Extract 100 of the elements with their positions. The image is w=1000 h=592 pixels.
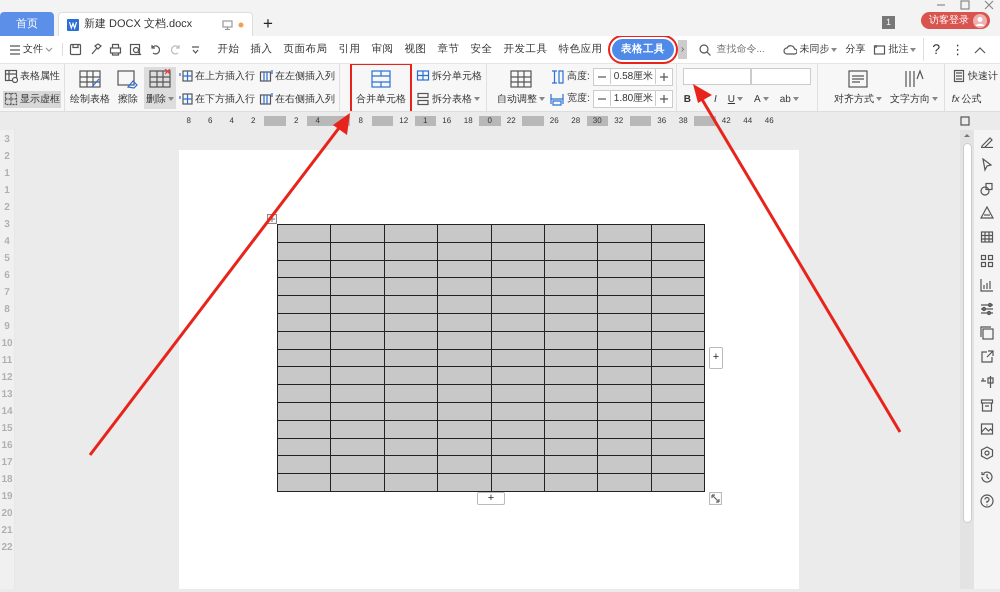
- quick-calc-button[interactable]: 快速计: [950, 68, 999, 84]
- gallery-icon[interactable]: [980, 326, 994, 340]
- ruler-number: 11: [2, 354, 12, 367]
- ruler-number: 15: [1, 422, 13, 435]
- login-button[interactable]: 访客登录: [921, 12, 990, 29]
- format-button[interactable]: ab: [778, 90, 800, 108]
- ruler-marker[interactable]: [630, 116, 651, 126]
- cursor-icon[interactable]: [980, 158, 994, 172]
- triangle-icon[interactable]: [980, 206, 994, 220]
- formula-icon: fx: [952, 92, 960, 106]
- comment-button[interactable]: 批注: [872, 41, 918, 58]
- format-button[interactable]: U: [726, 90, 744, 108]
- ribbon-tab[interactable]: 安全: [465, 40, 498, 60]
- format-button[interactable]: A: [753, 90, 770, 108]
- align-button[interactable]: 对齐方式: [832, 66, 884, 108]
- scroll-tabs-button[interactable]: ›: [678, 40, 688, 59]
- ruler-number: 46: [764, 116, 775, 126]
- ribbon-tab[interactable]: 插入: [245, 40, 278, 60]
- caret-icon: [168, 97, 174, 101]
- ruler-number: 14: [1, 405, 13, 418]
- align-icon: [846, 68, 870, 88]
- brush-icon[interactable]: [89, 43, 102, 56]
- ruler-marker[interactable]: 0: [479, 116, 500, 126]
- badge-icon[interactable]: [980, 446, 994, 460]
- ruler-number: 2: [4, 150, 10, 163]
- sliders-icon[interactable]: [980, 302, 994, 316]
- help-button[interactable]: ?: [923, 38, 942, 61]
- ruler-number: 12: [1, 371, 13, 384]
- table-icon[interactable]: [980, 230, 994, 244]
- document-tab[interactable]: 新建 DOCX 文档.docx: [58, 12, 253, 36]
- more-button[interactable]: ⋮: [947, 40, 968, 60]
- formula-button[interactable]: fx 公式: [950, 90, 983, 108]
- show-gridlines-button[interactable]: 显示虚框: [3, 90, 61, 108]
- ruler-marker[interactable]: 4: [307, 116, 328, 126]
- ruler-marker[interactable]: 1: [414, 116, 436, 126]
- add-row-button[interactable]: +: [477, 492, 505, 505]
- insert-row-button[interactable]: 在上方插入行: [178, 68, 256, 84]
- caret-icon: [762, 97, 769, 101]
- insert-column-button[interactable]: 在左侧插入列: [258, 68, 336, 84]
- draw-table-button[interactable]: 绘制表格: [68, 66, 112, 108]
- ruler-number: 6: [207, 116, 214, 126]
- format-button[interactable]: I: [713, 90, 718, 108]
- ruler-marker[interactable]: [264, 116, 286, 126]
- ribbon-tab[interactable]: 开始: [212, 40, 245, 60]
- maximize-icon[interactable]: [960, 0, 970, 10]
- ruler-marker[interactable]: [372, 116, 393, 126]
- ribbon-tab[interactable]: 开发工具: [498, 40, 553, 60]
- insert-column-button[interactable]: 在右侧插入列: [258, 90, 336, 108]
- apps-icon[interactable]: [980, 254, 994, 268]
- autofit-button[interactable]: 自动调整: [495, 66, 547, 108]
- file-menu-button[interactable]: 文件: [8, 41, 54, 58]
- collapse-icon[interactable]: [974, 46, 986, 54]
- undo-icon[interactable]: [149, 43, 162, 56]
- height-label: 高度:: [567, 70, 590, 84]
- sync-button[interactable]: 未同步: [782, 41, 838, 58]
- ruler-number: 26: [548, 116, 560, 126]
- height-icon: [550, 70, 564, 84]
- ribbon-tab[interactable]: 审阅: [366, 40, 399, 60]
- resize-handle-icon[interactable]: [709, 492, 722, 505]
- archive-icon[interactable]: [980, 398, 994, 412]
- tab-title: 新建 DOCX 文档.docx: [84, 16, 194, 32]
- ruler-marker[interactable]: 30: [586, 116, 608, 126]
- image-icon[interactable]: [980, 422, 994, 436]
- ribbon-tab[interactable]: 视图: [399, 40, 432, 60]
- search-field[interactable]: 查找命令...: [699, 41, 778, 58]
- share-button[interactable]: 分享: [844, 41, 866, 58]
- ribbon-tab[interactable]: 页面布局: [278, 40, 333, 60]
- ribbon-tab[interactable]: 章节: [432, 40, 465, 60]
- ribbon-tab[interactable]: 引用: [333, 40, 366, 60]
- ruler-number: 17: [1, 456, 13, 469]
- erase-button[interactable]: 擦除: [114, 66, 142, 108]
- ruler-number: 0: [488, 115, 492, 127]
- ruler-number: 9: [4, 320, 10, 333]
- text-direction-button[interactable]: 文字方向: [888, 66, 940, 108]
- ruler-number: 38: [678, 116, 689, 126]
- new-tab-button[interactable]: +: [263, 15, 273, 32]
- ribbon-tab[interactable]: 特色应用: [553, 40, 608, 60]
- delete-button[interactable]: 删除: [144, 66, 176, 108]
- ruler-number: 7: [4, 286, 10, 299]
- shapes-icon[interactable]: [980, 182, 994, 196]
- add-column-button[interactable]: +: [709, 346, 723, 369]
- insert-column-icon: [259, 69, 273, 83]
- insert-row-button[interactable]: 在下方插入行: [178, 90, 256, 108]
- scrollbar-thumb[interactable]: [962, 143, 972, 523]
- bar-chart-icon[interactable]: [980, 278, 994, 292]
- history-icon[interactable]: [980, 470, 994, 484]
- print-preview-icon[interactable]: [129, 43, 142, 56]
- caret-icon: [737, 97, 744, 101]
- format-button[interactable]: B: [682, 90, 692, 108]
- merge-cells-button[interactable]: 合并单元格: [354, 66, 408, 108]
- autofit-icon: [509, 68, 533, 88]
- table-properties-button[interactable]: 表格属性: [3, 68, 61, 84]
- close-icon[interactable]: [984, 0, 994, 10]
- print-icon[interactable]: [109, 43, 122, 56]
- help-icon[interactable]: [980, 494, 994, 508]
- split-table-button[interactable]: 拆分表格: [415, 90, 483, 108]
- split-cells-button[interactable]: 拆分单元格: [415, 68, 483, 84]
- ruler-marker[interactable]: [522, 116, 544, 126]
- scroll-up-icon[interactable]: [964, 133, 970, 137]
- share-icon[interactable]: [980, 350, 994, 364]
